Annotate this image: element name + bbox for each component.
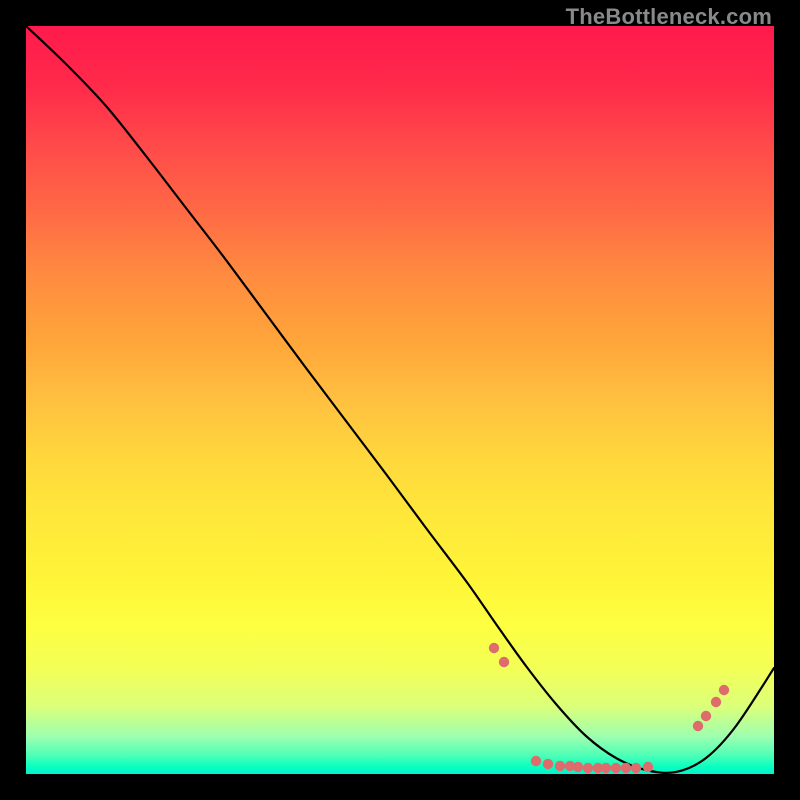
dot-c — [531, 756, 541, 766]
dot-n — [643, 762, 653, 772]
plot-area — [26, 26, 774, 774]
dot-h — [583, 763, 593, 773]
dot-r — [719, 685, 729, 695]
dot-e — [555, 761, 565, 771]
dot-k — [611, 763, 621, 773]
dot-o — [693, 721, 703, 731]
bottleneck-curve — [26, 26, 774, 773]
dot-q — [711, 697, 721, 707]
dot-i — [593, 763, 603, 773]
watermark-text: TheBottleneck.com — [566, 4, 772, 30]
dot-a — [489, 643, 499, 653]
dot-j — [601, 763, 611, 773]
dot-g — [573, 762, 583, 772]
dot-f — [565, 761, 575, 771]
data-dots — [489, 643, 729, 773]
dot-m — [631, 763, 641, 773]
dot-d — [543, 759, 553, 769]
dot-l — [621, 763, 631, 773]
chart-canvas: TheBottleneck.com — [0, 0, 800, 800]
dot-p — [701, 711, 711, 721]
dot-b — [499, 657, 509, 667]
curve-layer — [26, 26, 774, 774]
